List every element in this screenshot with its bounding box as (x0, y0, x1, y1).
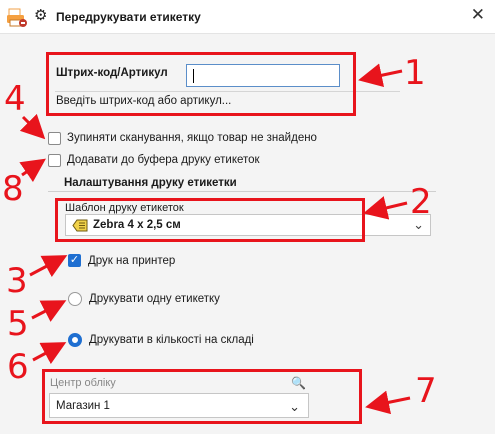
annotation-number-2: 2 (410, 182, 432, 222)
annotation-number-4: 4 (4, 79, 26, 119)
annotation-number-8: 8 (2, 169, 24, 209)
annotation-number-7: 7 (415, 371, 437, 411)
annotation-number-5: 5 (7, 304, 29, 344)
annotation-number-6: 6 (7, 347, 29, 387)
annotation-number-3: 3 (6, 261, 28, 301)
annotation-number-1: 1 (404, 53, 426, 93)
